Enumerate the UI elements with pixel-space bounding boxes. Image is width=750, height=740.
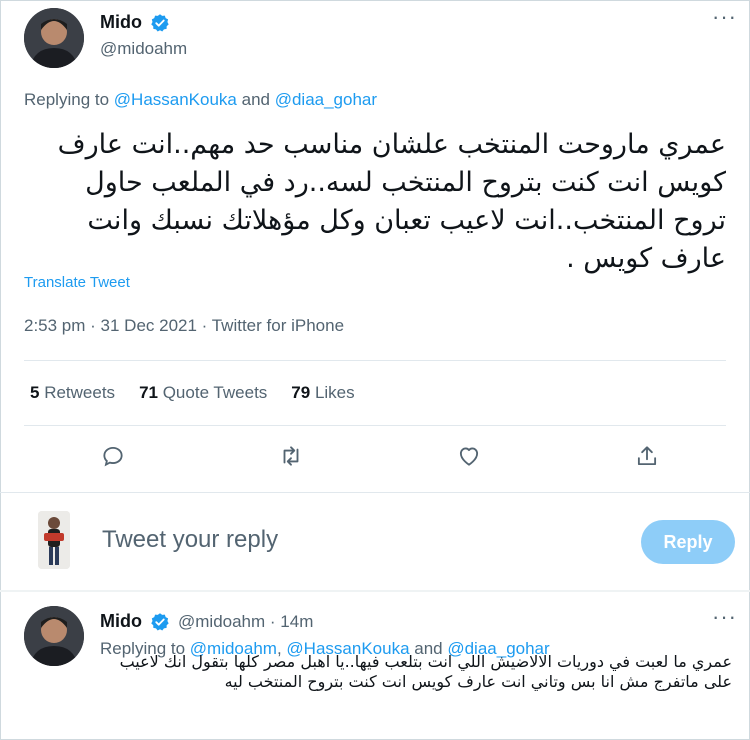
quotes-label: Quote Tweets — [157, 383, 268, 402]
heart-icon — [459, 447, 479, 466]
retweets-label: Retweets — [39, 383, 116, 402]
replying-and: and — [236, 90, 275, 109]
reply-author-handle: @midoahm · 14m — [178, 612, 313, 632]
share-icon — [637, 446, 657, 466]
quote-tweets-stat[interactable]: 71 Quote Tweets — [139, 383, 267, 403]
tweet-text: عمري ماروحت المنتخب علشان مناسب حد مهم..… — [57, 129, 726, 274]
reply-time[interactable]: · 14m — [270, 612, 313, 631]
mention-link[interactable]: @HassanKouka — [114, 90, 237, 109]
reply-author-avatar[interactable] — [24, 606, 84, 666]
current-user-avatar[interactable] — [38, 511, 70, 569]
quotes-count: 71 — [139, 383, 158, 402]
replying-prefix: Replying to — [24, 90, 114, 109]
author-handle[interactable]: @midoahm — [100, 39, 187, 59]
verified-badge-icon — [151, 613, 169, 631]
retweet-action-button[interactable] — [278, 443, 306, 471]
reply-author-name[interactable]: Mido — [100, 611, 142, 632]
divider — [24, 425, 726, 426]
translate-tweet-link[interactable]: Translate Tweet — [24, 274, 130, 291]
reply-action-button[interactable] — [100, 443, 128, 471]
tweet-timestamp[interactable]: 2:53 pm · 31 Dec 2021 · Twitter for iPho… — [24, 316, 344, 336]
reply-tweet-text: عمري ما لعبت في دوريات الالاضيش اللي انت… — [119, 652, 732, 691]
more-options-icon[interactable]: ··· — [712, 606, 737, 628]
share-action-button[interactable] — [634, 443, 662, 471]
retweets-stat[interactable]: 5 Retweets — [30, 383, 115, 403]
divider — [0, 492, 750, 493]
author-name[interactable]: Mido — [100, 12, 142, 33]
verified-badge-icon — [151, 14, 169, 32]
tweet-reply-input[interactable]: Tweet your reply — [102, 526, 278, 554]
retweet-icon — [283, 446, 299, 466]
author-avatar[interactable] — [24, 8, 84, 68]
reply-handle[interactable]: @midoahm — [178, 612, 265, 631]
replying-to: Replying to @HassanKouka and @diaa_gohar — [24, 90, 377, 110]
tweet-stats: 5 Retweets 71 Quote Tweets 79 Likes — [30, 383, 355, 403]
more-options-icon[interactable]: ··· — [712, 6, 737, 28]
likes-count: 79 — [291, 383, 311, 402]
divider — [24, 360, 726, 361]
likes-label: Likes — [310, 383, 355, 402]
likes-stat[interactable]: 79 Likes — [291, 383, 354, 403]
like-action-button[interactable] — [456, 443, 484, 471]
reply-button[interactable]: Reply — [641, 520, 735, 564]
section-separator — [0, 590, 750, 592]
reply-icon — [103, 446, 123, 467]
mention-link[interactable]: @diaa_gohar — [275, 90, 377, 109]
